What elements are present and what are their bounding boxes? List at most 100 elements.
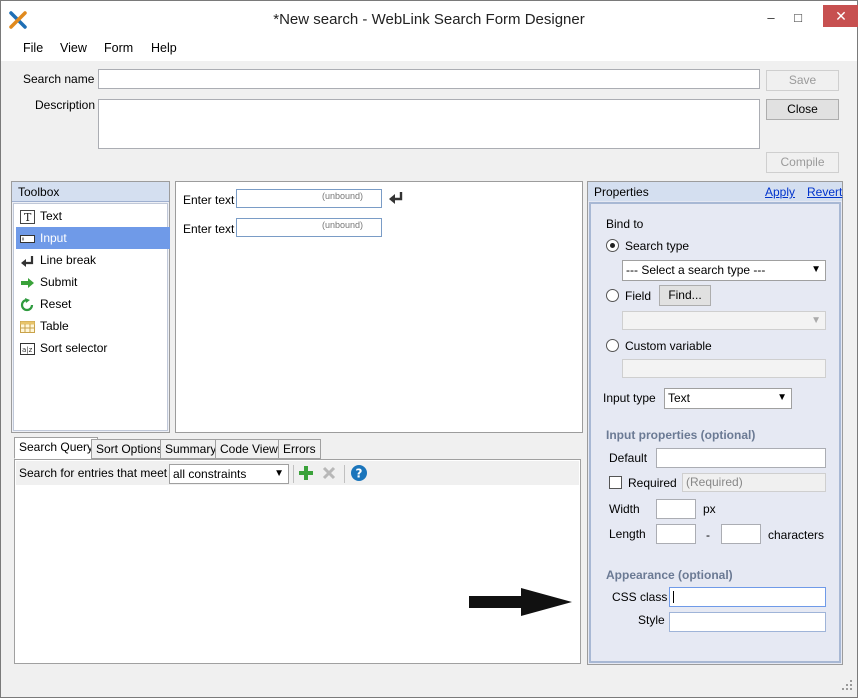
chevron-down-icon: ▼ bbox=[274, 468, 284, 479]
bind-to-label: Bind to bbox=[606, 217, 644, 231]
window-title: *New search - WebLink Search Form Design… bbox=[273, 11, 585, 28]
svg-text:a|z: a|z bbox=[22, 346, 33, 354]
search-name-label: Search name bbox=[23, 72, 95, 86]
required-message-input[interactable]: (Required) bbox=[682, 473, 826, 492]
submit-arrow-icon bbox=[20, 275, 35, 289]
custom-variable-input[interactable] bbox=[622, 359, 826, 378]
toolbox-item-label: Text bbox=[40, 209, 63, 223]
search-type-select-value: --- Select a search type --- bbox=[626, 263, 766, 277]
search-type-radio[interactable] bbox=[606, 239, 619, 252]
tab-sort-options[interactable]: Sort Options bbox=[91, 439, 168, 459]
required-label: Required bbox=[628, 476, 677, 490]
text-icon: T bbox=[20, 209, 35, 224]
annotation-arrow-icon bbox=[469, 587, 573, 620]
input-type-select-value: Text bbox=[668, 391, 691, 405]
appearance-heading: Appearance (optional) bbox=[606, 568, 733, 582]
save-button[interactable]: Save bbox=[766, 70, 839, 91]
toolbox-item-label: Input bbox=[40, 231, 67, 245]
toolbox-item-label: Reset bbox=[40, 297, 72, 311]
toolbox-item-label: Table bbox=[40, 319, 69, 333]
help-icon[interactable]: ? bbox=[350, 464, 368, 485]
toolbox-item-sort-selector[interactable]: a|z Sort selector bbox=[16, 337, 170, 359]
toolbox-list: T Text Input Line break Submit Reset Tab… bbox=[13, 203, 170, 431]
toolbox-item-label: Submit bbox=[40, 275, 78, 289]
query-label: Search for entries that meet bbox=[19, 466, 168, 480]
search-query-panel bbox=[14, 459, 581, 664]
length-max-input[interactable] bbox=[721, 524, 761, 544]
app-window: *New search - WebLink Search Form Design… bbox=[0, 0, 858, 698]
menu-view[interactable]: View bbox=[60, 41, 87, 55]
chevron-down-icon: ▼ bbox=[811, 264, 821, 275]
sort-selector-icon: a|z bbox=[20, 341, 35, 355]
css-class-label: CSS class bbox=[612, 590, 668, 604]
line-break-icon bbox=[20, 253, 35, 267]
default-input[interactable] bbox=[656, 448, 826, 468]
required-checkbox[interactable] bbox=[609, 476, 622, 489]
table-icon bbox=[20, 319, 35, 333]
toolbox-item-reset[interactable]: Reset bbox=[16, 293, 170, 315]
toolbox-item-text[interactable]: T Text bbox=[16, 205, 170, 227]
close-button[interactable]: Close bbox=[766, 99, 839, 120]
constraint-select[interactable]: all constraints ▼ bbox=[169, 464, 289, 484]
length-label: Length bbox=[609, 527, 646, 541]
toolbox-item-line-break[interactable]: Line break bbox=[16, 249, 170, 271]
toolbox-item-table[interactable]: Table bbox=[16, 315, 170, 337]
text-caret bbox=[673, 591, 674, 603]
toolbar-divider bbox=[344, 465, 345, 483]
toolbox-title: Toolbox bbox=[18, 185, 60, 199]
width-input[interactable] bbox=[656, 499, 696, 519]
custom-variable-label: Custom variable bbox=[625, 339, 712, 353]
custom-variable-radio[interactable] bbox=[606, 339, 619, 352]
width-label: Width bbox=[609, 502, 640, 516]
width-unit-label: px bbox=[703, 502, 716, 516]
apply-link[interactable]: Apply bbox=[765, 185, 795, 199]
css-class-input[interactable] bbox=[669, 587, 826, 607]
description-textarea[interactable] bbox=[98, 99, 760, 149]
canvas-input-field[interactable]: (unbound) bbox=[236, 218, 382, 237]
search-type-label: Search type bbox=[625, 239, 690, 253]
canvas-text-label: Enter text bbox=[183, 193, 235, 207]
remove-constraint-icon[interactable] bbox=[321, 465, 337, 484]
default-label: Default bbox=[609, 451, 648, 465]
field-select[interactable]: ▼ bbox=[622, 311, 826, 330]
menu-file[interactable]: File bbox=[23, 41, 43, 55]
canvas-line-break-icon bbox=[388, 191, 404, 208]
revert-link[interactable]: Revert bbox=[807, 185, 842, 199]
input-type-select[interactable]: Text ▼ bbox=[664, 388, 792, 409]
status-bar bbox=[1, 669, 857, 697]
length-unit-label: characters bbox=[768, 528, 825, 542]
canvas-input-field[interactable]: (unbound) bbox=[236, 189, 382, 208]
find-button[interactable]: Find... bbox=[659, 285, 711, 306]
tab-errors[interactable]: Errors bbox=[278, 439, 321, 459]
toolbox-item-input[interactable]: Input bbox=[16, 227, 170, 249]
tab-search-query[interactable]: Search Query bbox=[14, 437, 99, 459]
style-input[interactable] bbox=[669, 612, 826, 632]
reset-icon bbox=[20, 297, 35, 312]
toolbar-divider bbox=[293, 465, 294, 483]
input-properties-heading: Input properties (optional) bbox=[606, 428, 756, 442]
constraint-select-value: all constraints bbox=[173, 467, 247, 481]
length-separator: - bbox=[706, 528, 710, 542]
properties-title: Properties bbox=[594, 185, 649, 199]
maximize-button[interactable]: □ bbox=[784, 9, 812, 29]
chevron-down-icon: ▼ bbox=[777, 392, 787, 403]
resize-grip-icon[interactable] bbox=[841, 679, 853, 694]
field-radio[interactable] bbox=[606, 289, 619, 302]
toolbox-item-label: Sort selector bbox=[40, 341, 108, 355]
search-type-select[interactable]: --- Select a search type --- ▼ bbox=[622, 260, 826, 281]
search-name-input[interactable] bbox=[98, 69, 760, 89]
toolbox-item-label: Line break bbox=[40, 253, 97, 267]
input-type-label: Input type bbox=[603, 391, 656, 405]
add-constraint-icon[interactable] bbox=[298, 465, 314, 484]
tab-summary[interactable]: Summary bbox=[160, 439, 222, 459]
description-label: Description bbox=[35, 98, 96, 112]
toolbox-item-submit[interactable]: Submit bbox=[16, 271, 170, 293]
menu-help[interactable]: Help bbox=[151, 41, 177, 55]
minimize-button[interactable]: ‒ bbox=[757, 9, 785, 29]
length-min-input[interactable] bbox=[656, 524, 696, 544]
compile-button[interactable]: Compile bbox=[766, 152, 839, 173]
menu-form[interactable]: Form bbox=[104, 41, 133, 55]
svg-text:?: ? bbox=[356, 467, 363, 481]
tab-code-view[interactable]: Code View bbox=[215, 439, 283, 459]
window-close-button[interactable]: ✕ bbox=[823, 5, 858, 27]
